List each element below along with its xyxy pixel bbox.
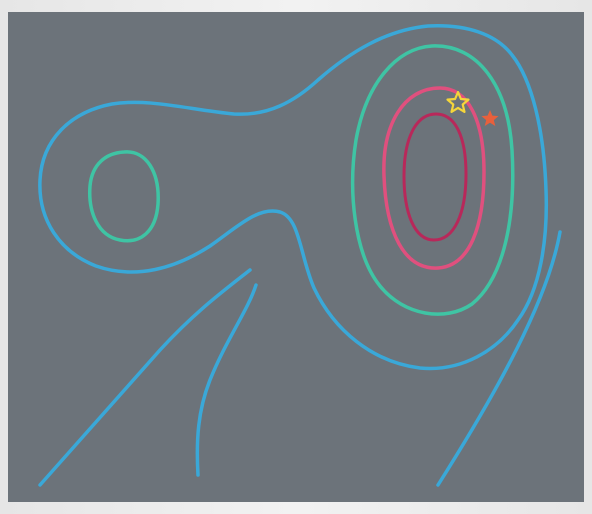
lower-left-contour-line [38,268,252,487]
left-green-contour [88,150,160,243]
lower-middle-contour-line [195,283,258,477]
outer-contour-line [436,230,562,487]
right-green-contour [351,44,515,316]
filled-star-icon [481,110,499,126]
contour-plot [38,24,562,487]
inner-contour [402,112,468,242]
outer-contour-loop [38,24,549,371]
